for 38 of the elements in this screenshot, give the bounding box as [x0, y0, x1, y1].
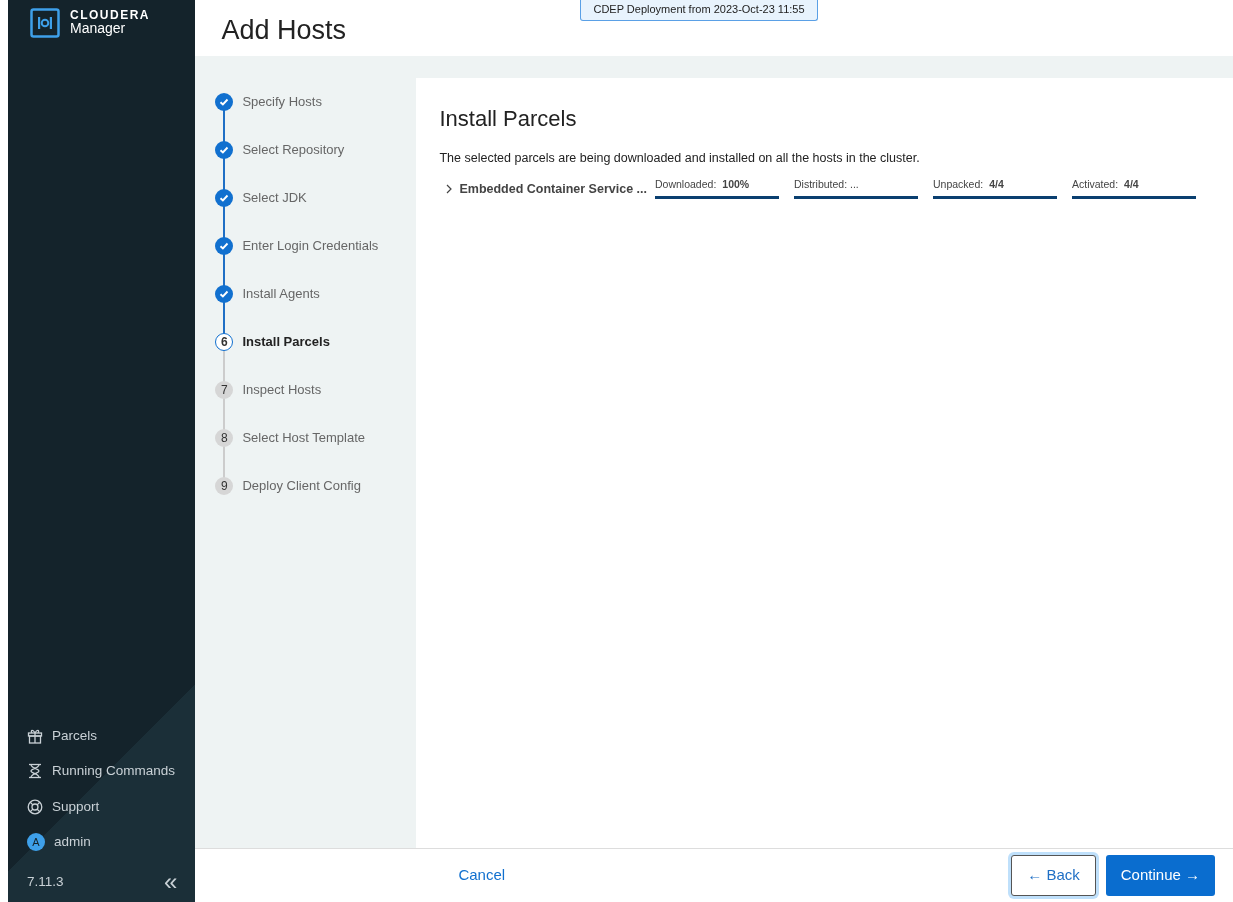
step-label: Select Host Template	[242, 429, 366, 448]
user-name: admin	[54, 832, 91, 851]
avatar-icon: A	[27, 832, 45, 851]
parcel-toggle[interactable]: Embedded Container Service ...	[439, 179, 647, 199]
stage-label: Activated: 4/4	[1072, 176, 1140, 192]
back-button[interactable]: ← Back	[1011, 855, 1096, 896]
step-label: Inspect Hosts	[242, 381, 322, 400]
step-label: Install Parcels	[242, 333, 330, 352]
deployment-banner: CDEP Deployment from 2023-Oct-23 11:55	[580, 0, 818, 21]
step-number: 8	[215, 429, 234, 447]
version-label: 7.11.3	[27, 872, 64, 891]
product-name: Manager	[70, 21, 127, 37]
lifebuoy-icon	[27, 798, 43, 815]
step-label: Install Agents	[242, 285, 320, 304]
step-number: 7	[215, 381, 234, 399]
logo-icon	[30, 8, 60, 38]
step-label: Deploy Client Config	[242, 477, 361, 496]
stage-label: Distributed: ...	[794, 176, 860, 192]
gift-icon	[27, 728, 43, 745]
stage-label: Downloaded: 100%	[655, 176, 751, 192]
nav-item[interactable]: Running Commands	[27, 761, 196, 782]
section-description: The selected parcels are being downloaded and installed on all the hosts in the cluster.	[439, 150, 921, 167]
nav-item[interactable]: Parcels	[27, 726, 196, 747]
cancel-link[interactable]: Cancel	[458, 864, 506, 887]
step-number: 9	[215, 477, 234, 495]
step-label: Specify Hosts	[242, 93, 322, 112]
step-number: 6	[215, 333, 234, 351]
nav-item[interactable]: Support	[27, 796, 196, 817]
step-label: Select Repository	[242, 141, 345, 160]
hourglass-icon	[27, 763, 43, 780]
step-label: Select JDK	[242, 189, 307, 208]
brand-name: CLOUDERA	[70, 9, 150, 22]
continue-button[interactable]: Continue →	[1105, 855, 1215, 896]
step-label: Enter Login Credentials	[242, 237, 379, 256]
collapse-button[interactable]: «	[164, 870, 178, 894]
section-title: Install Parcels	[439, 105, 578, 133]
page-title: Add Hosts	[221, 14, 347, 47]
stage-label: Unpacked: 4/4	[933, 176, 1005, 192]
